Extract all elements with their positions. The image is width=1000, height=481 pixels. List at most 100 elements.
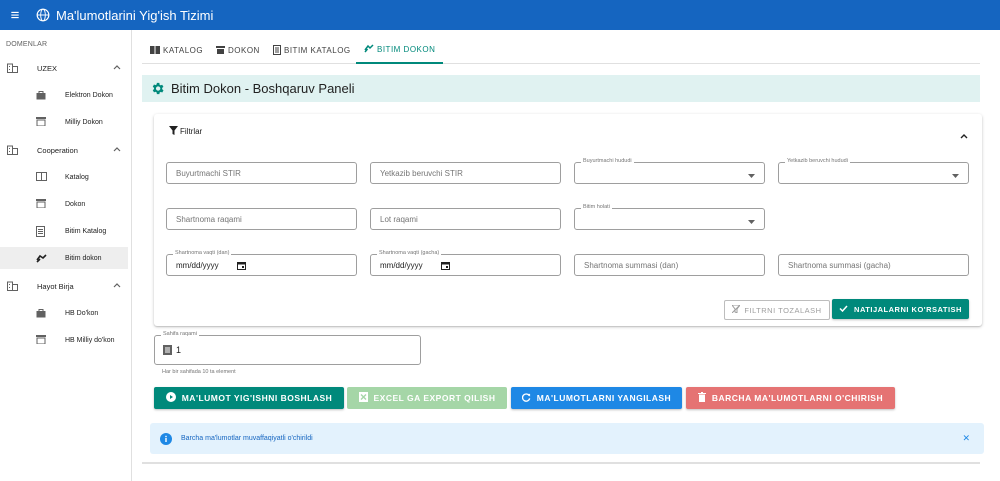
document-icon (273, 44, 281, 57)
show-results-button[interactable]: NATIJALARNI KO'RSATISH (832, 299, 969, 319)
shopping-bag-icon (36, 308, 46, 320)
sidebar-item-bitim-dokon[interactable]: Bitim dokon (0, 247, 128, 269)
chevron-up-icon (113, 281, 121, 290)
app-title: Ma'lumotlarini Yig'ish Tizimi (56, 7, 214, 23)
buyer-region-select[interactable]: Buyurtmachi hududi (574, 158, 765, 184)
sidebar-item-label: Bitim dokon (65, 254, 102, 262)
start-collection-button[interactable]: MA'LUMOT YIG'ISHNI BOSHLASH (154, 387, 344, 409)
page-number-input[interactable]: Sahifa raqami 1 (154, 331, 421, 365)
sidebar-item-milliy-dokon[interactable]: Milliy Dokon (0, 111, 128, 133)
field-label: Bitim holati (581, 204, 612, 210)
button-label: MA'LUMOT YIG'ISHNI BOSHLASH (181, 393, 333, 403)
supplier-region-select[interactable]: Yetkazib beruvchi hududi (778, 158, 969, 184)
sidebar-group-label: Hayot Birja (37, 281, 74, 291)
info-icon (160, 432, 172, 445)
sidebar-item-label: Elektron Dokon (65, 91, 113, 99)
buyer-stir-input[interactable]: Buyurtmachi STIR (166, 162, 357, 184)
lot-number-input[interactable]: Lot raqami (370, 208, 561, 230)
field-label: Shartnoma vaqti (dan) (173, 250, 232, 256)
field-placeholder: Buyurtmachi STIR (176, 168, 241, 178)
sum-to-input[interactable]: Shartnoma summasi (gacha) (778, 254, 969, 276)
date-to-input[interactable]: Shartnoma vaqti (gacha) mm/dd/yyyy (370, 250, 561, 276)
sidebar-item-elektron-dokon[interactable]: Elektron Dokon (0, 84, 128, 106)
handshake-icon (36, 253, 47, 265)
calendar-icon[interactable] (441, 261, 450, 272)
close-icon[interactable]: ✕ (962, 433, 970, 444)
globe-icon (36, 8, 50, 22)
handshake-icon (364, 44, 374, 55)
field-label: Buyurtmachi hududi (581, 158, 634, 164)
caret-down-icon (952, 171, 959, 180)
catalog-icon (150, 45, 160, 56)
sidebar-item-dokon[interactable]: Dokon (0, 193, 128, 215)
sidebar-item-label: HB Milliy do'kon (65, 336, 115, 344)
panel-header: Bitim Dokon - Boshqaruv Paneli (142, 75, 980, 102)
tab-label: KATALOG (163, 46, 204, 55)
filter-header[interactable]: Filtrlar (169, 126, 202, 137)
field-label: Sahifa raqami (161, 331, 199, 337)
filter-off-icon (731, 304, 742, 315)
field-value: mm/dd/yyyy (380, 260, 423, 270)
play-icon (165, 392, 176, 404)
sidebar-group-label: Cooperation (37, 145, 78, 155)
tab-label: BITIM DOKON (377, 45, 436, 54)
menu-icon[interactable]: ≡ (0, 7, 30, 24)
sidebar-item-katalog[interactable]: Katalog (0, 166, 128, 188)
store-icon (36, 335, 46, 346)
refresh-icon (521, 392, 531, 404)
sidebar-item-label: Dokon (65, 200, 86, 208)
supplier-stir-input[interactable]: Yetkazib beruvchi STIR (370, 162, 561, 184)
chevron-up-icon[interactable] (960, 126, 968, 144)
sidebar-group-cooperation[interactable]: Cooperation (0, 139, 128, 161)
building-icon (7, 145, 18, 157)
tab-bitim-katalog[interactable]: BITIM KATALOG (273, 37, 351, 64)
trash-icon (697, 392, 706, 404)
building-icon (7, 63, 18, 75)
filter-title: Filtrlar (180, 127, 203, 136)
sidebar-item-label: Katalog (65, 173, 89, 181)
chevron-up-icon (113, 63, 121, 72)
sidebar-group-hayot-birja[interactable]: Hayot Birja (0, 275, 128, 297)
catalog-icon (36, 172, 47, 183)
field-placeholder: Shartnoma summasi (dan) (584, 260, 679, 270)
divider (142, 462, 980, 464)
field-label: Shartnoma vaqti (gacha) (377, 250, 442, 256)
field-value: 1 (176, 345, 182, 355)
delete-all-button[interactable]: BARCHA MA'LUMOTLARNI O'CHIRISH (686, 387, 895, 409)
calendar-icon[interactable] (237, 261, 246, 272)
sum-from-input[interactable]: Shartnoma summasi (dan) (574, 254, 765, 276)
button-label: BARCHA MA'LUMOTLARNI O'CHIRISH (711, 393, 884, 403)
shopping-bag-icon (36, 90, 46, 102)
field-placeholder: Lot raqami (380, 214, 418, 224)
document-icon (163, 345, 172, 355)
date-from-input[interactable]: Shartnoma vaqti (dan) mm/dd/yyyy (166, 250, 357, 276)
filter-card: Filtrlar Buyurtmachi STIR Yetkazib beruv… (154, 114, 982, 326)
field-label: Yetkazib beruvchi hududi (785, 158, 850, 164)
deal-status-select[interactable]: Bitim holati (574, 204, 765, 230)
refresh-data-button[interactable]: MA'LUMOTLARNI YANGILASH (511, 387, 682, 409)
sidebar-group-uzex[interactable]: UZEX (0, 57, 128, 79)
document-icon (36, 226, 45, 239)
tab-bitim-dokon[interactable]: BITIM DOKON (356, 37, 444, 64)
building-icon (7, 281, 18, 293)
store-icon (216, 45, 225, 56)
field-value: mm/dd/yyyy (176, 260, 219, 270)
sidebar-group-label: UZEX (37, 63, 58, 73)
sidebar-item-label: Bitim Katalog (65, 227, 107, 235)
clear-filter-button[interactable]: FILTRNI TOZALASH (724, 300, 830, 320)
sidebar-item-hb-milliy-dokon[interactable]: HB Milliy do'kon (0, 329, 128, 351)
store-icon (36, 117, 46, 128)
tab-dokon[interactable]: DOKON (216, 37, 260, 64)
sidebar-item-bitim-katalog[interactable]: Bitim Katalog (0, 220, 128, 242)
button-label: EXCEL GA EXPORT QILISH (373, 393, 496, 403)
contract-number-input[interactable]: Shartnoma raqami (166, 208, 357, 230)
tab-katalog[interactable]: KATALOG (150, 37, 203, 64)
tab-label: BITIM KATALOG (284, 46, 351, 55)
export-excel-button[interactable]: EXCEL GA EXPORT QILISH (347, 387, 507, 409)
excel-icon (358, 392, 368, 404)
check-icon (839, 304, 848, 314)
tab-label: DOKON (228, 46, 260, 55)
button-label: NATIJALARNI KO'RSATISH (854, 304, 962, 314)
sidebar-item-hb-dokon[interactable]: HB Do'kon (0, 302, 128, 324)
store-icon (36, 199, 46, 210)
